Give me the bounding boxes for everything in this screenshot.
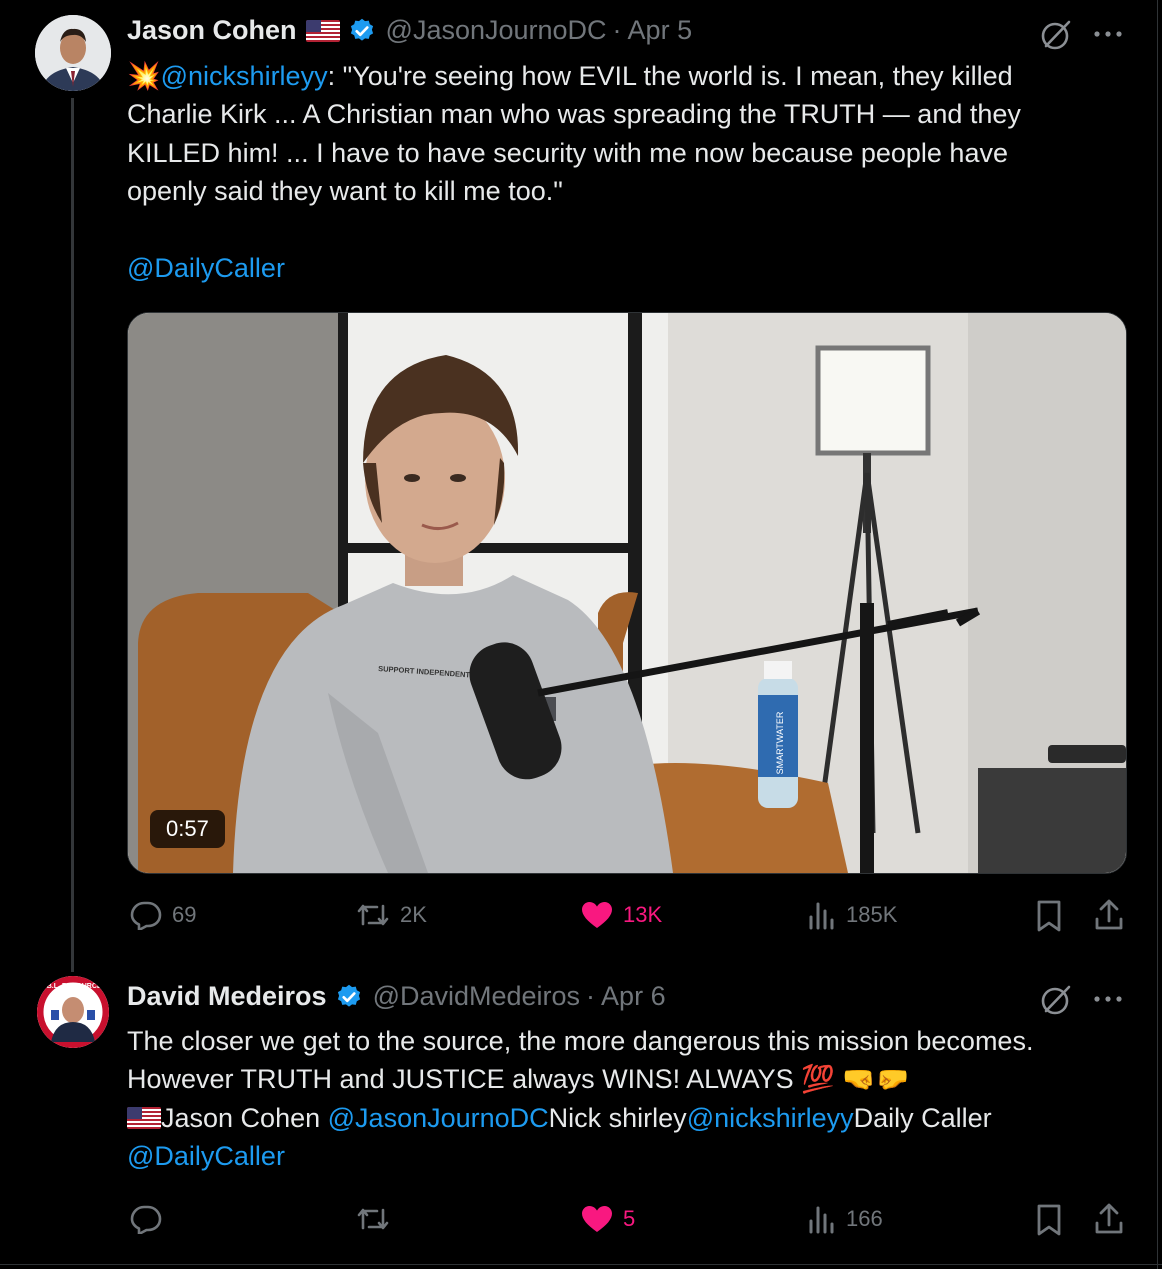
tweet1-author-handle[interactable]: @JasonJournoDC [386, 15, 607, 46]
tweet2-name-jason: Jason Cohen [161, 1103, 321, 1133]
repost-button[interactable]: 2K [356, 900, 427, 930]
video-player[interactable]: SUPPORT INDEPENDENT JOURNALISM SMARTWATE… [127, 312, 1127, 874]
reply-button[interactable]: 69 [130, 900, 196, 930]
share-icon[interactable] [1094, 899, 1124, 931]
share-icon[interactable] [1094, 1203, 1124, 1235]
reply-button-2[interactable] [130, 1204, 162, 1234]
views-button[interactable]: 185K [808, 900, 897, 930]
tweet1-separator: · [612, 15, 622, 45]
tweet2-separator: · [586, 981, 596, 1011]
mention-jasonjournodc[interactable]: @JasonJournoDC [328, 1099, 549, 1138]
tweet2-name-dailycaller: Daily Caller [853, 1103, 992, 1133]
tweet1-header: Jason Cohen @JasonJournoDC · Apr 5 [127, 15, 692, 46]
avatar-jason-cohen[interactable] [35, 15, 111, 91]
frame-border-bottom [0, 1264, 1162, 1265]
tweet1-text-line3: KILLED him! ... I have to have security … [127, 138, 1008, 168]
grok-icon[interactable] [1039, 18, 1073, 52]
tweet1-text-line4: openly said they want to kill me too." [127, 176, 563, 206]
tweet2-text-line2: However TRUTH and JUSTICE always WINS! A… [127, 1060, 910, 1099]
repost-icon [357, 904, 389, 926]
us-flag-icon [305, 19, 340, 42]
thread-connector-line [71, 98, 74, 972]
verified-badge-icon [350, 18, 373, 41]
grok-icon[interactable] [1039, 983, 1073, 1017]
bookmark-icon[interactable] [1035, 1203, 1063, 1237]
mention-dailycaller[interactable]: @DailyCaller [127, 249, 285, 288]
repost-count: 2K [400, 902, 427, 927]
like-count-2: 5 [623, 1206, 636, 1231]
tweet1-quote-start: : "You're seeing how EVIL the world is. … [327, 61, 1013, 91]
like-icon [582, 902, 612, 928]
frame-border-right [1157, 0, 1158, 1269]
tweet1-author-name[interactable]: Jason Cohen [127, 15, 297, 46]
like-button[interactable]: 13K [581, 901, 662, 929]
like-count: 13K [623, 902, 663, 927]
tweet1-text-line1: 💥@nickshirleyy: "You're seeing how EVIL … [127, 57, 1013, 96]
tweet2-author-handle[interactable]: @DavidMedeiros [373, 981, 580, 1012]
repost-icon [357, 1208, 389, 1230]
more-icon[interactable] [1092, 994, 1124, 1004]
mention-nickshirleyy-2[interactable]: @nickshirleyy [687, 1099, 854, 1138]
tweet2-text-line1: The closer we get to the source, the mor… [127, 1026, 1034, 1056]
avatar-badge-text: A.B.L. RESOURCES [40, 983, 107, 990]
tweet2-name-nick: Nick shirley [548, 1103, 687, 1133]
mention-nickshirleyy[interactable]: @nickshirleyy [161, 61, 328, 91]
video-thumbnail: SUPPORT INDEPENDENT JOURNALISM SMARTWATE… [128, 313, 1126, 873]
views-button-2[interactable]: 166 [808, 1204, 883, 1234]
reply-count: 69 [172, 902, 197, 927]
tweet1-text-line2: Charlie Kirk ... A Christian man who was… [127, 99, 1021, 129]
avatar-david-medeiros[interactable]: A.B.L. RESOURCES [37, 976, 109, 1048]
tweet2-header: David Medeiros @DavidMedeiros · Apr 6 [127, 981, 666, 1012]
views-count: 185K [846, 902, 898, 927]
reply-icon [130, 901, 162, 930]
more-icon[interactable] [1092, 29, 1124, 39]
collision-emoji: 💥 [127, 61, 161, 91]
tweet1-date[interactable]: Apr 5 [628, 15, 693, 46]
video-bottle-text: SMARTWATER [775, 711, 785, 774]
views-icon [809, 902, 834, 930]
repost-button-2[interactable] [356, 1204, 390, 1234]
views-icon [809, 1206, 834, 1234]
tweet2-text-line3: Jason Cohen @JasonJournoDC Nick shirley … [127, 1099, 992, 1138]
views-count-2: 166 [846, 1206, 883, 1231]
like-button-2[interactable]: 5 [581, 1205, 635, 1233]
reply-icon [130, 1205, 162, 1234]
hundred-fist-emoji: 💯 🤜🤛 [801, 1064, 910, 1094]
like-icon [582, 1206, 612, 1232]
us-flag-icon [127, 1107, 161, 1130]
verified-badge-icon [337, 984, 360, 1007]
mention-dailycaller-2[interactable]: @DailyCaller [127, 1137, 285, 1176]
tweet2-date[interactable]: Apr 6 [601, 981, 666, 1012]
tweet2-line2-text: However TRUTH and JUSTICE always WINS! A… [127, 1064, 802, 1094]
tweet2-author-name[interactable]: David Medeiros [127, 981, 327, 1012]
video-duration-badge: 0:57 [150, 810, 225, 848]
bookmark-icon[interactable] [1035, 899, 1063, 933]
